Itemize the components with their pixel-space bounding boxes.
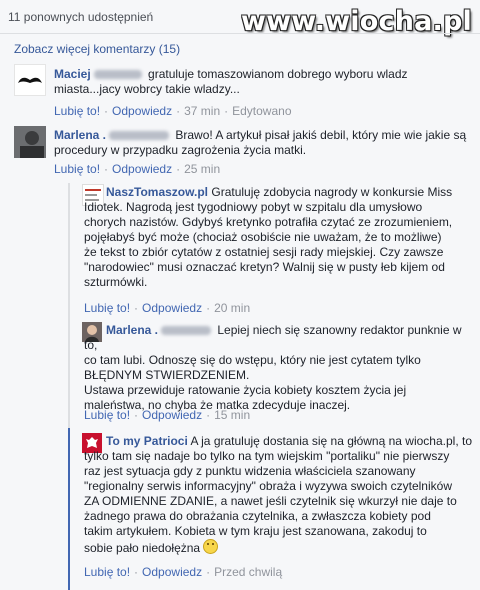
avatar[interactable] [14, 126, 46, 158]
comment-text: co tam lubi. Odnoszę się do wstępu, któr… [84, 353, 421, 367]
comment-text: Idiotek. Nagrodą jest tygodniowy pobyt w… [84, 200, 423, 214]
reply-comment: NaszTomaszow.pl Gratuluję zdobycia nagro… [82, 184, 478, 319]
separator: · [176, 162, 181, 176]
comment-text: miasta...jacy wobrcy takie wladzy... [54, 82, 240, 96]
separator: · [134, 408, 139, 422]
comment-text: Ustawa przewiduje ratowanie życia kobiet… [84, 383, 407, 397]
like-link[interactable]: Lubię to! [84, 408, 130, 422]
comment-text: żadnego prawa do obrażania czytelnika, a… [84, 509, 431, 523]
comment-text: "regionalny serwis informacyjny" obraża … [84, 479, 452, 493]
comment-text: raz jest sytuacja gdy z punktu widzenia … [84, 464, 416, 478]
profile-photo-icon [14, 126, 46, 158]
separator: · [206, 301, 211, 315]
avatar[interactable] [14, 64, 46, 96]
comment-text: procedury w przypadku zagrożenia życia m… [54, 143, 307, 157]
comment-text: że tekst to zbiór cytatów z ostatniej se… [84, 245, 444, 259]
comment-author[interactable]: NaszTomaszow.pl [106, 185, 208, 199]
like-link[interactable]: Lubię to! [84, 301, 130, 315]
comment-time[interactable]: 25 min [184, 162, 220, 176]
reply-link[interactable]: Odpowiedz [142, 565, 202, 579]
comment-text: gratuluje tomaszowianom dobrego wyboru w… [144, 67, 408, 81]
separator: · [206, 408, 211, 422]
comment-text: sobie pało niedołężna [84, 541, 201, 555]
comment-author[interactable]: To my Patrioci [106, 434, 188, 448]
reply-link[interactable]: Odpowiedz [112, 162, 172, 176]
edited-label[interactable]: Edytowano [232, 104, 291, 118]
separator: · [134, 301, 139, 315]
view-more-comments-link[interactable]: Zobacz więcej komentarzy (15) [14, 42, 180, 56]
like-link[interactable]: Lubię to! [54, 162, 100, 176]
separator: · [206, 565, 211, 579]
smile-emoji-icon [203, 539, 219, 554]
shares-count-link[interactable]: 11 ponownych udostępnień [8, 10, 153, 24]
comment-author[interactable]: Marlena . [106, 323, 158, 337]
separator: · [176, 104, 181, 118]
comment-text: A ja gratuluję dostania się na główną na… [187, 434, 472, 448]
like-link[interactable]: Lubię to! [54, 104, 100, 118]
comment: Marlena . Brawo! A artykuł pisał jakiś d… [14, 126, 474, 182]
comment-text: pojęłabyś być może (chociaż osobiście ni… [84, 230, 442, 244]
reply-link[interactable]: Odpowiedz [142, 301, 202, 315]
comment-text: BŁĘDNYM STWIERDZENIEM. [84, 368, 250, 382]
comment-author[interactable]: Maciej [54, 67, 91, 81]
reply-comment: Marlena . Lepiej niech się szanowny reda… [82, 322, 478, 427]
reply-comment: To my Patrioci A ja gratuluję dostania s… [82, 433, 478, 583]
comment: Maciej gratuluje tomaszowianom dobrego w… [14, 64, 474, 124]
reply-link[interactable]: Odpowiedz [142, 408, 202, 422]
comment-time[interactable]: 37 min [184, 104, 220, 118]
comment-text: Brawo! A artykuł pisał jakiś debil, któr… [172, 128, 467, 142]
comment-text: szturmówki. [84, 275, 148, 289]
separator: · [104, 162, 109, 176]
comment-author[interactable]: Marlena . [54, 128, 106, 142]
comment-text: tylko tam się nadaje bo tylko na tym wie… [84, 449, 450, 463]
mustache-icon [18, 77, 42, 83]
reply-thread-line-active [68, 428, 70, 590]
separator: · [224, 104, 229, 118]
comment-text: chorych nazistów. Gdybyś kretynko potraf… [84, 215, 453, 229]
comment-time[interactable]: 15 min [214, 408, 250, 422]
comment-text: takim artykułem. Kobieta w tym kraju jes… [84, 524, 427, 538]
comment-text: Gratuluję zdobycia nagrody w konkursie M… [208, 185, 453, 199]
divider [0, 33, 480, 34]
comment-text: "narodowiec" musi oznaczać kretyn? Walni… [84, 260, 445, 274]
like-link[interactable]: Lubię to! [84, 565, 130, 579]
comment-time[interactable]: Przed chwilą [214, 565, 282, 579]
reply-link[interactable]: Odpowiedz [112, 104, 172, 118]
separator: · [134, 565, 139, 579]
comment-text: ZA ODMIENNE ZDANIE, a nawet jeśli czytel… [84, 494, 457, 508]
comment-time[interactable]: 20 min [214, 301, 250, 315]
separator: · [104, 104, 109, 118]
